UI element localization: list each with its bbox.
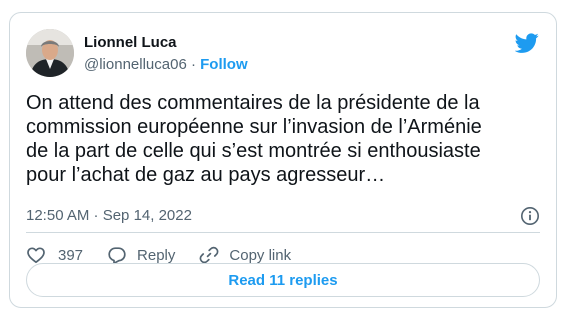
- like-button[interactable]: 397: [26, 245, 83, 265]
- author-handle-row: @lionnelluca06 · Follow: [84, 56, 248, 73]
- copy-link-button[interactable]: Copy link: [199, 245, 291, 265]
- heart-icon: [27, 247, 45, 264]
- like-count: 397: [58, 246, 84, 264]
- read-replies-button[interactable]: Read 11 replies: [26, 263, 540, 297]
- reply-label: Reply: [137, 246, 176, 264]
- tweet-timestamp[interactable]: 12:50 AM · Sep 14, 2022: [26, 207, 192, 224]
- divider: [26, 232, 540, 233]
- tweet-card: Lionnel Luca @lionnelluca06 · Follow On …: [9, 12, 557, 308]
- author-name[interactable]: Lionnel Luca: [84, 34, 177, 51]
- reply-button[interactable]: Reply: [107, 245, 175, 265]
- follow-button[interactable]: Follow: [200, 56, 248, 73]
- tweet-text: On attend des commentaires de la préside…: [26, 92, 482, 186]
- author-handle[interactable]: @lionnelluca06: [84, 56, 187, 73]
- info-icon[interactable]: [520, 206, 540, 226]
- avatar[interactable]: [26, 29, 74, 77]
- avatar-photo-icon: [26, 29, 74, 77]
- separator-dot: ·: [190, 56, 196, 73]
- link-icon: [199, 246, 219, 264]
- copy-link-label: Copy link: [229, 246, 292, 264]
- reply-bubble-icon: [108, 247, 126, 265]
- twitter-bird-icon[interactable]: [515, 31, 539, 55]
